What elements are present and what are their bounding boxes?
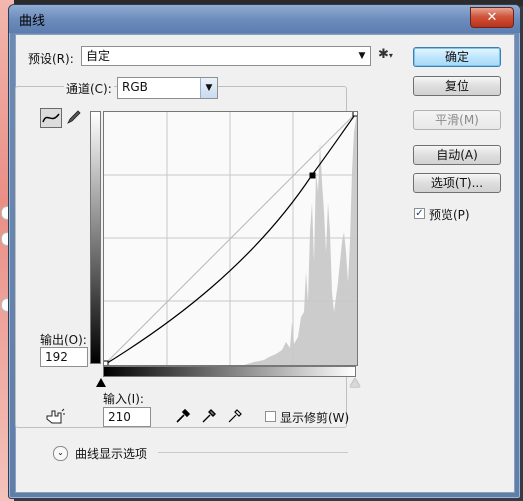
preset-select[interactable]: 自定 ▼ xyxy=(81,46,371,66)
pencil-tool-button[interactable] xyxy=(64,108,86,128)
show-clipping-checkbox[interactable] xyxy=(265,411,276,422)
input-label: 输入(I): xyxy=(103,392,144,406)
ok-button[interactable]: 确定 xyxy=(413,47,501,67)
curve-display-options-label[interactable]: 曲线显示选项 xyxy=(75,445,147,462)
control-point[interactable] xyxy=(352,110,359,117)
output-gradient-bar xyxy=(90,111,101,364)
black-eyedropper-icon[interactable] xyxy=(175,408,191,427)
show-clipping-label[interactable]: 显示修剪(W) xyxy=(280,409,349,426)
control-point-selected[interactable] xyxy=(309,172,316,179)
curve-tool-icon xyxy=(42,113,60,123)
auto-button[interactable]: 自动(A) xyxy=(413,145,501,165)
reset-button[interactable]: 复位 xyxy=(413,76,501,96)
smooth-button[interactable]: 平滑(M) xyxy=(413,110,501,130)
curve-tool-button[interactable] xyxy=(40,108,62,128)
hand-adjust-icon[interactable] xyxy=(44,408,66,429)
white-point-slider[interactable] xyxy=(350,378,360,387)
output-label: 输出(O): xyxy=(40,333,87,347)
close-icon: ✕ xyxy=(486,10,498,25)
channel-label: 通道(C): xyxy=(64,80,114,97)
curve-graph-svg xyxy=(102,110,359,367)
chevron-down-icon: ▼ xyxy=(358,51,366,61)
channel-value: RGB xyxy=(122,80,148,94)
curve-graph[interactable] xyxy=(102,110,359,367)
channel-select[interactable]: RGB ▼ xyxy=(117,77,218,99)
preset-label: 预设(R): xyxy=(28,52,74,66)
close-button[interactable]: ✕ xyxy=(470,7,514,28)
title-bar[interactable]: 曲线 ✕ xyxy=(9,5,520,33)
white-eyedropper-icon[interactable] xyxy=(227,408,243,427)
gear-icon[interactable]: ✱▾ xyxy=(378,47,393,62)
chevron-down-icon: ▼ xyxy=(200,78,217,98)
gray-eyedropper-icon[interactable] xyxy=(201,408,217,427)
options-button[interactable]: 选项(T)... xyxy=(413,173,501,193)
preset-value: 自定 xyxy=(86,49,111,63)
expand-chevron-icon[interactable]: ⌄ xyxy=(53,446,68,461)
window-title: 曲线 xyxy=(19,14,46,29)
black-point-slider[interactable] xyxy=(96,378,106,387)
preview-checkbox[interactable]: ✓ xyxy=(414,208,425,219)
divider xyxy=(158,452,348,453)
input-gradient-bar xyxy=(103,366,356,377)
control-point[interactable] xyxy=(102,360,109,367)
pencil-icon xyxy=(67,110,81,124)
input-field[interactable]: 210 xyxy=(103,407,151,427)
preview-label[interactable]: 预览(P) xyxy=(429,206,470,223)
output-field[interactable]: 192 xyxy=(40,347,88,367)
